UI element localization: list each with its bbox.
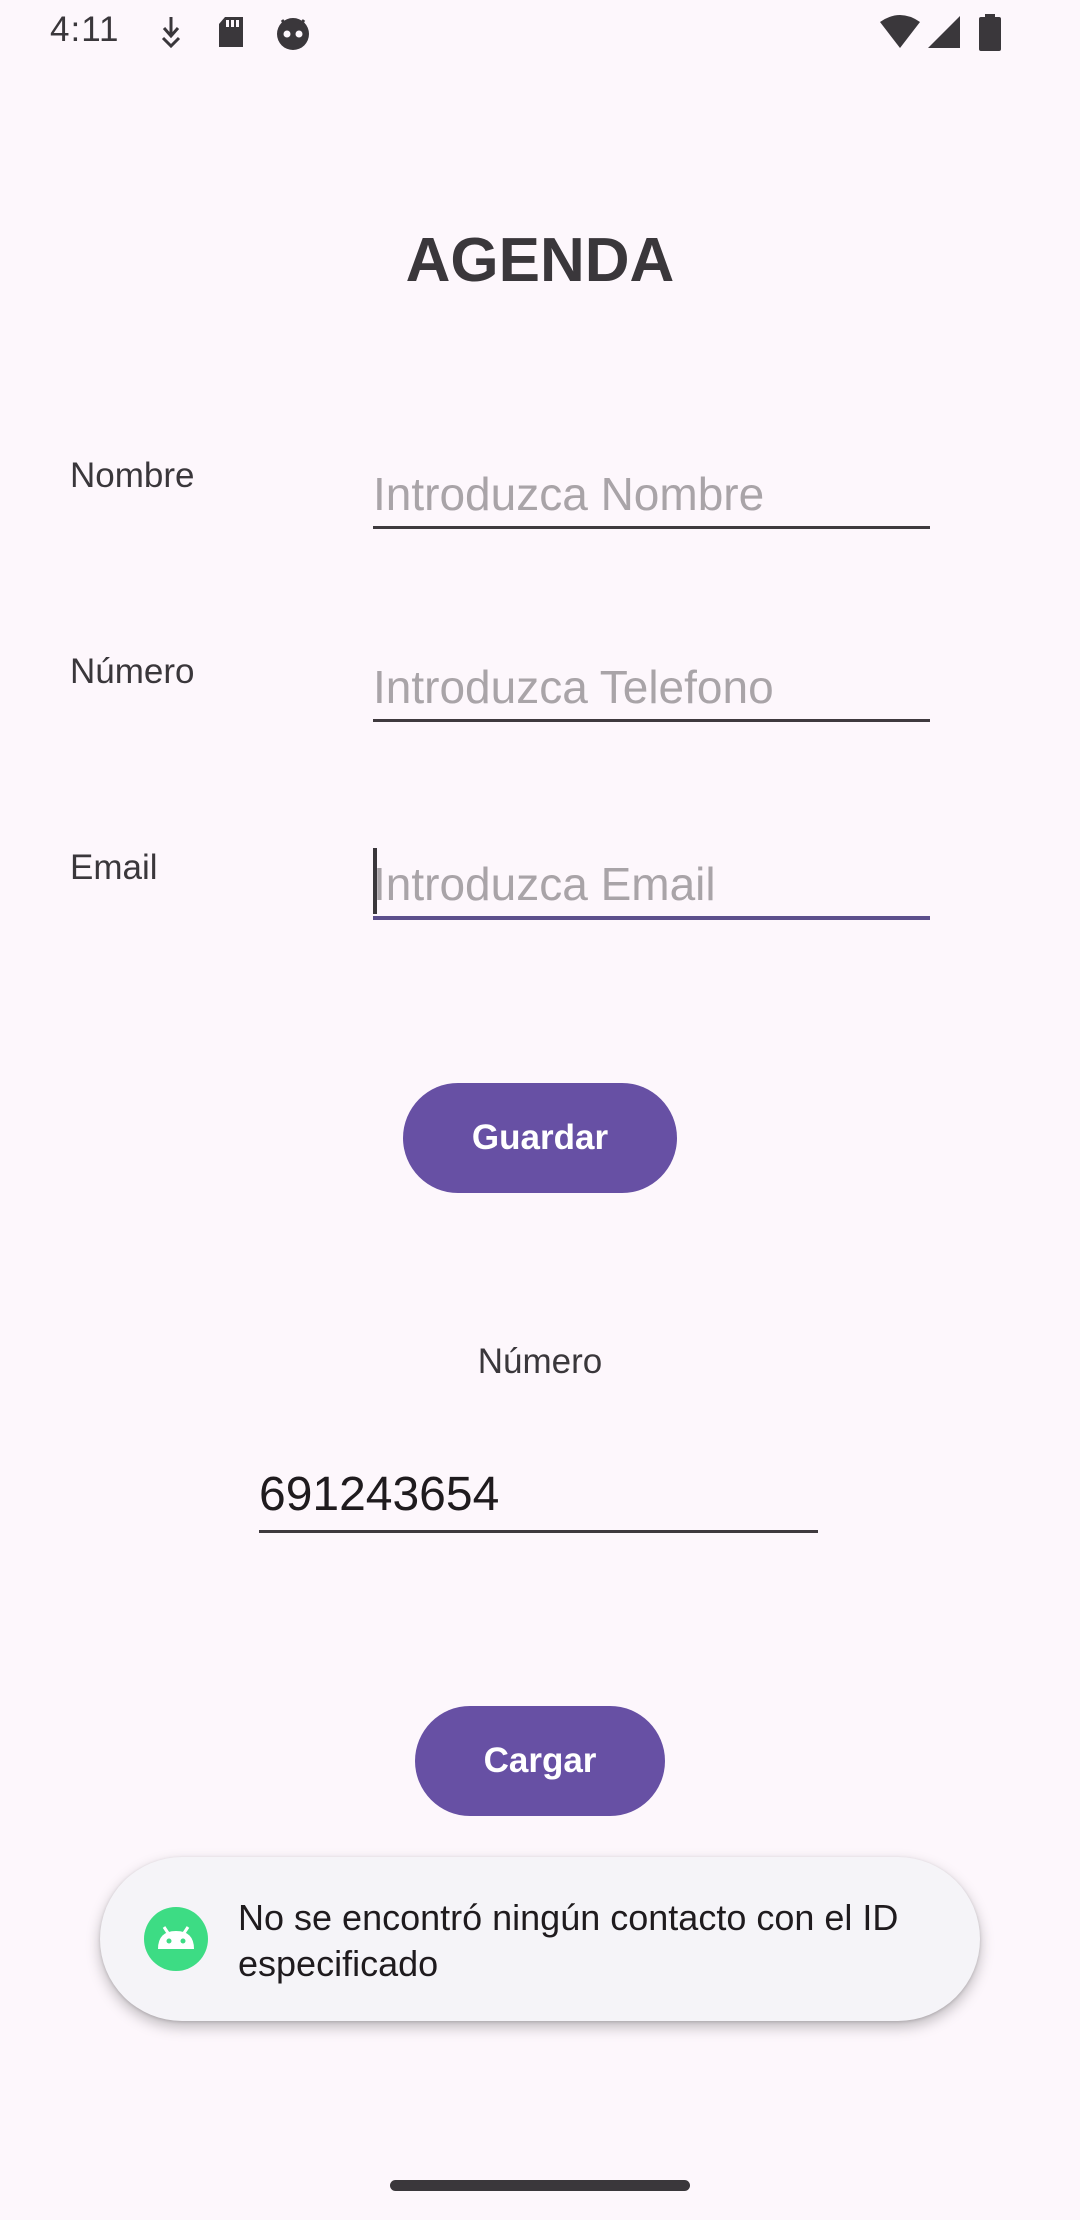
name-label: Nombre [70,456,195,495]
usb-debug-icon [161,17,181,49]
text-cursor [373,848,377,914]
save-button[interactable]: Guardar [403,1083,677,1193]
phone-input[interactable] [373,655,930,719]
page-title: AGENDA [405,226,675,295]
battery-icon [979,14,1001,51]
email-field[interactable] [373,848,930,920]
name-input[interactable] [373,462,930,526]
sd-card-icon [219,17,243,47]
home-indicator[interactable] [390,2180,690,2191]
lookup-number-field[interactable] [259,1458,818,1533]
phone-field[interactable] [373,655,930,722]
status-time: 4:11 [50,10,120,49]
email-label: Email [70,848,158,887]
android-icon [144,1907,208,1971]
lookup-number-input[interactable] [259,1458,818,1530]
toast-message: No se encontró ningún contacto con el ID… [238,1897,899,1984]
email-input[interactable] [373,852,930,916]
status-bar: 4:11 [0,0,1080,66]
android-face-icon [277,18,309,50]
name-field[interactable] [373,462,930,529]
toast: No se encontró ningún contacto con el ID… [100,1857,980,2021]
lookup-number-label: Número [477,1342,603,1381]
signal-icon [928,16,960,48]
phone-label: Número [70,652,195,691]
load-button[interactable]: Cargar [415,1706,665,1816]
wifi-icon [880,15,920,48]
